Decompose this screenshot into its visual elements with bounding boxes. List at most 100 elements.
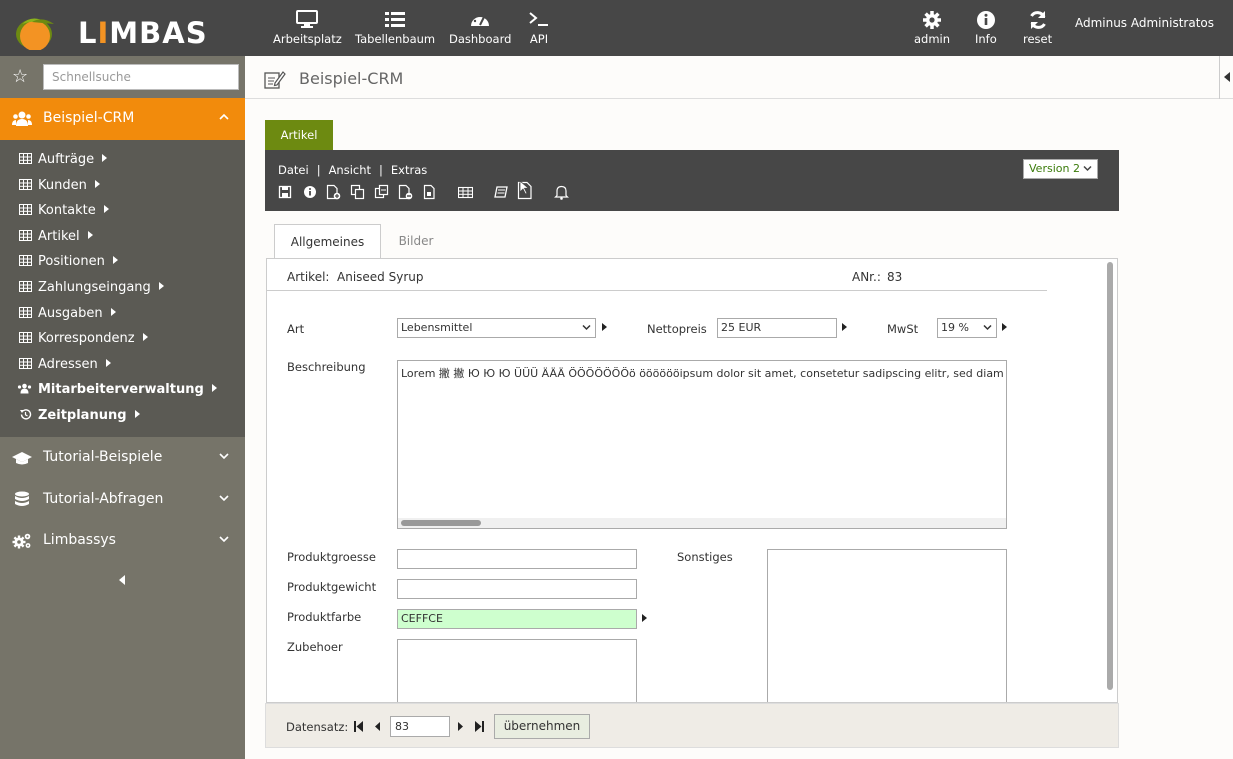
produktfarbe-label: Produktfarbe: [287, 610, 362, 624]
last-record-icon[interactable]: [473, 720, 485, 733]
nav-arbeitsplatz[interactable]: Arbeitsplatz: [273, 10, 342, 46]
right-panel-toggle[interactable]: [1219, 56, 1233, 99]
tab-bilder[interactable]: Bilder: [381, 224, 451, 258]
scrollbar-thumb[interactable]: [401, 520, 481, 526]
produktfarbe-detail-arrow[interactable]: [642, 614, 647, 622]
new-record-icon[interactable]: [326, 184, 341, 200]
mwst-detail-arrow[interactable]: [1002, 323, 1007, 331]
art-detail-arrow[interactable]: [602, 323, 607, 331]
caret-left-icon: [1224, 72, 1230, 82]
first-record-icon[interactable]: [353, 720, 365, 733]
sidebar-collapse-icon[interactable]: [119, 575, 125, 585]
sidebar-item-positionen[interactable]: Positionen: [19, 254, 118, 274]
nav-info[interactable]: Info: [975, 10, 997, 46]
bell-icon[interactable]: [554, 184, 569, 200]
mwst-select[interactable]: 19 %: [937, 318, 997, 338]
sidebar-item-label: Artikel: [38, 229, 80, 244]
nav-admin[interactable]: admin: [914, 10, 950, 46]
horizontal-scrollbar[interactable]: [398, 518, 1006, 528]
sonstiges-textarea[interactable]: [767, 549, 1007, 702]
gear-icon: [914, 10, 950, 30]
record-navigation: Datensatz: übernehmen: [265, 703, 1119, 748]
nav-arbeitsplatz-label: Arbeitsplatz: [273, 32, 342, 46]
sidebar-item-kontakte[interactable]: Kontakte: [19, 203, 109, 223]
version-select[interactable]: Version 2: [1023, 159, 1098, 179]
sidebar-item-kunden[interactable]: Kunden: [19, 178, 100, 198]
logo[interactable]: LIMBAS: [10, 8, 230, 50]
nav-reset[interactable]: reset: [1023, 10, 1052, 46]
next-record-icon[interactable]: [454, 720, 466, 733]
nettopreis-label: Nettopreis: [647, 322, 707, 336]
sidebar-section-limbassys[interactable]: Limbassys: [0, 520, 245, 562]
nettopreis-detail-arrow[interactable]: [842, 323, 847, 331]
info-icon[interactable]: [303, 184, 318, 200]
sidebar-item-auftraege[interactable]: Aufträge: [19, 152, 108, 172]
tab-artikel[interactable]: Artikel: [265, 120, 333, 150]
copy-icon[interactable]: [350, 184, 365, 200]
sidebar-section-label: Tutorial-Beispiele: [43, 449, 163, 465]
caret-right-icon: [134, 410, 140, 418]
table-icon: [19, 255, 32, 266]
nav-api-label: API: [529, 32, 549, 46]
refresh-icon: [1023, 10, 1052, 30]
sidebar-item-zeitplanung[interactable]: Zeitplanung: [19, 408, 140, 428]
sidebar-section-tutorial-abfragen[interactable]: Tutorial-Abfragen: [0, 479, 245, 521]
chevron-down-icon: [219, 536, 229, 543]
vertical-scrollbar[interactable]: [1107, 262, 1113, 690]
star-icon[interactable]: ☆: [12, 66, 28, 87]
produktgewicht-input[interactable]: [397, 579, 637, 599]
sidebar-section-tutorial-beispiele[interactable]: Tutorial-Beispiele: [0, 437, 245, 479]
beschreibung-text: Lorem 撇 撇 Ю Ю Ю ÜÜÜ ÄÄÄ ÖÖÖÖÖÖÖö ööööööi…: [401, 367, 1004, 380]
previous-record-icon[interactable]: [372, 720, 384, 733]
sidebar-submenu: Aufträge Kunden Kontakte Artikel Positio…: [0, 140, 245, 437]
zubehoer-textarea[interactable]: [397, 639, 637, 702]
chevron-up-icon: [219, 113, 229, 120]
delete-record-icon[interactable]: [398, 184, 413, 200]
nav-api[interactable]: API: [528, 10, 550, 46]
nav-tabellenbaum[interactable]: Tabellenbaum: [355, 10, 435, 46]
sidebar-item-korrespondenz[interactable]: Korrespondenz: [19, 331, 148, 351]
sidebar-section-beispiel-crm[interactable]: Beispiel-CRM: [0, 98, 245, 140]
menu-datei[interactable]: Datei: [278, 163, 309, 177]
produktgroesse-input[interactable]: [397, 549, 637, 569]
art-select[interactable]: Lebensmittel: [397, 318, 596, 338]
table-icon: [19, 332, 32, 343]
produktfarbe-input[interactable]: CEFFCE: [397, 609, 637, 629]
gauge-icon: [449, 10, 511, 30]
sidebar-item-label: Zeitplanung: [38, 408, 127, 423]
sidebar-search-row: ☆: [0, 56, 245, 98]
beschreibung-textarea[interactable]: Lorem 撇 撇 Ю Ю Ю ÜÜÜ ÄÄÄ ÖÖÖÖÖÖÖö ööööööi…: [397, 360, 1007, 529]
datensatz-label: Datensatz:: [286, 720, 349, 734]
page-header: Beispiel-CRM: [245, 56, 1233, 99]
sidebar-item-artikel[interactable]: Artikel: [19, 229, 93, 249]
monitor-icon: [273, 10, 342, 30]
sidebar-item-zahlungseingang[interactable]: Zahlungseingang: [19, 280, 164, 300]
apply-button[interactable]: übernehmen: [494, 714, 590, 739]
archive-icon[interactable]: [422, 184, 437, 200]
sidebar-item-mitarbeiterverwaltung[interactable]: Mitarbeiterverwaltung: [17, 382, 217, 402]
duplicate-icon[interactable]: [374, 184, 389, 200]
sidebar-item-adressen[interactable]: Adressen: [19, 357, 111, 377]
quick-search-input[interactable]: [43, 64, 239, 90]
sidebar-item-ausgaben[interactable]: Ausgaben: [19, 306, 116, 326]
zubehoer-label: Zubehoer: [287, 640, 343, 654]
book-icon[interactable]: [494, 184, 509, 200]
nav-reset-label: reset: [1023, 32, 1053, 46]
users-icon: [12, 111, 32, 126]
sidebar-section-label: Beispiel-CRM: [43, 110, 135, 126]
save-icon[interactable]: [278, 184, 293, 200]
tab-allgemeines[interactable]: Allgemeines: [274, 224, 381, 259]
record-number-input[interactable]: [390, 716, 450, 737]
user-name[interactable]: Adminus Administratos: [1075, 16, 1214, 30]
cursor-pointer-icon[interactable]: [517, 180, 535, 200]
menu-extras[interactable]: Extras: [391, 163, 427, 177]
table-view-icon[interactable]: [458, 184, 473, 200]
art-select-value: Lebensmittel: [401, 321, 473, 334]
caret-right-icon: [142, 333, 148, 341]
form-panel: Artikel: Aniseed Syrup ANr.: 83 Art Lebe…: [266, 258, 1118, 703]
art-label: Art: [287, 322, 305, 336]
menu-ansicht[interactable]: Ansicht: [329, 163, 371, 177]
nav-dashboard[interactable]: Dashboard: [449, 10, 511, 46]
record-header: Artikel: Aniseed Syrup ANr.: 83: [267, 259, 1047, 291]
nettopreis-input[interactable]: 25 EUR: [717, 318, 837, 338]
